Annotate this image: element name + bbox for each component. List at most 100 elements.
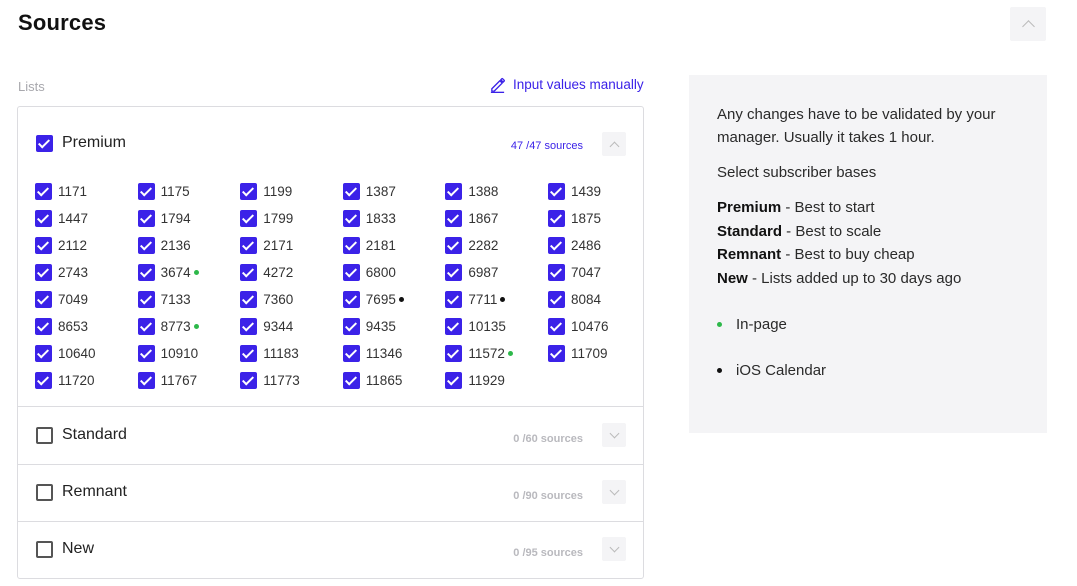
source-item[interactable]: 2171 <box>240 237 293 254</box>
source-checkbox[interactable] <box>35 291 52 308</box>
source-checkbox[interactable] <box>445 318 463 335</box>
input-values-manually-link[interactable]: Input values manually <box>489 76 644 93</box>
source-item[interactable]: 6800 <box>342 264 396 281</box>
source-checkbox[interactable] <box>35 210 52 227</box>
source-item[interactable]: 7711 <box>445 291 506 308</box>
source-item[interactable]: 11346 <box>342 345 402 362</box>
source-item[interactable]: 10640 <box>35 345 96 362</box>
source-item[interactable]: 3674 <box>137 264 199 281</box>
new-checkbox[interactable] <box>36 541 53 558</box>
source-checkbox[interactable] <box>342 318 360 335</box>
source-checkbox[interactable] <box>548 210 565 227</box>
source-checkbox[interactable] <box>35 183 52 200</box>
source-checkbox[interactable] <box>342 372 360 389</box>
source-checkbox[interactable] <box>137 264 155 281</box>
source-item[interactable]: 2112 <box>35 237 87 254</box>
source-item[interactable]: 1799 <box>240 210 293 227</box>
source-checkbox[interactable] <box>548 291 565 308</box>
premium-checkbox[interactable] <box>36 135 53 152</box>
source-item[interactable]: 11865 <box>342 372 402 389</box>
source-checkbox[interactable] <box>240 318 258 335</box>
source-checkbox[interactable] <box>35 264 52 281</box>
source-item[interactable]: 11183 <box>240 345 299 362</box>
source-item[interactable]: 1447 <box>35 210 88 227</box>
source-checkbox[interactable] <box>342 210 360 227</box>
source-item[interactable]: 2486 <box>548 237 601 254</box>
source-checkbox[interactable] <box>240 237 258 254</box>
source-item[interactable]: 1175 <box>137 183 190 200</box>
source-item[interactable]: 2181 <box>342 237 396 254</box>
source-checkbox[interactable] <box>445 237 463 254</box>
source-item[interactable]: 9344 <box>240 318 293 335</box>
remnant-expand-button[interactable] <box>602 480 626 504</box>
source-item[interactable]: 9435 <box>342 318 396 335</box>
source-item[interactable]: 11720 <box>35 372 95 389</box>
source-checkbox[interactable] <box>240 372 258 389</box>
source-item[interactable]: 1833 <box>342 210 396 227</box>
source-item[interactable]: 10135 <box>445 318 506 335</box>
source-checkbox[interactable] <box>35 345 52 362</box>
source-checkbox[interactable] <box>137 210 155 227</box>
source-checkbox[interactable] <box>35 318 52 335</box>
source-item[interactable]: 8653 <box>35 318 88 335</box>
source-checkbox[interactable] <box>137 372 155 389</box>
premium-collapse-button[interactable] <box>602 132 626 156</box>
source-checkbox[interactable] <box>445 291 463 308</box>
source-checkbox[interactable] <box>445 264 463 281</box>
source-item[interactable]: 11572 <box>445 345 513 362</box>
source-item[interactable]: 11773 <box>240 372 300 389</box>
source-checkbox[interactable] <box>342 183 360 200</box>
new-expand-button[interactable] <box>602 537 626 561</box>
source-item[interactable]: 11767 <box>137 372 197 389</box>
source-checkbox[interactable] <box>342 345 360 362</box>
source-checkbox[interactable] <box>445 183 463 200</box>
source-item[interactable]: 6987 <box>445 264 498 281</box>
source-checkbox[interactable] <box>445 210 463 227</box>
source-item[interactable]: 10910 <box>137 345 198 362</box>
collapse-sources-button[interactable] <box>1010 7 1046 41</box>
source-item[interactable]: 1439 <box>548 183 601 200</box>
source-item[interactable]: 11709 <box>548 345 608 362</box>
source-checkbox[interactable] <box>548 264 565 281</box>
source-checkbox[interactable] <box>342 237 360 254</box>
standard-expand-button[interactable] <box>602 423 626 447</box>
source-item[interactable]: 7049 <box>35 291 88 308</box>
source-checkbox[interactable] <box>137 318 155 335</box>
source-item[interactable]: 1171 <box>35 183 87 200</box>
source-item[interactable]: 1794 <box>137 210 191 227</box>
source-item[interactable]: 8084 <box>548 291 601 308</box>
source-item[interactable]: 7133 <box>137 291 191 308</box>
source-item[interactable]: 1387 <box>342 183 396 200</box>
source-checkbox[interactable] <box>137 345 155 362</box>
source-item[interactable]: 11929 <box>445 372 505 389</box>
source-item[interactable]: 8773 <box>137 318 199 335</box>
standard-checkbox[interactable] <box>36 427 53 444</box>
source-checkbox[interactable] <box>137 237 155 254</box>
source-checkbox[interactable] <box>445 345 463 362</box>
source-item[interactable]: 2136 <box>137 237 191 254</box>
source-item[interactable]: 2743 <box>35 264 88 281</box>
source-checkbox[interactable] <box>548 183 565 200</box>
source-checkbox[interactable] <box>35 237 52 254</box>
source-checkbox[interactable] <box>548 237 565 254</box>
source-item[interactable]: 10476 <box>548 318 609 335</box>
source-item[interactable]: 7047 <box>548 264 601 281</box>
source-checkbox[interactable] <box>137 183 155 200</box>
source-checkbox[interactable] <box>342 291 360 308</box>
source-item[interactable]: 7360 <box>240 291 293 308</box>
source-item[interactable]: 7695 <box>342 291 404 308</box>
source-checkbox[interactable] <box>240 183 258 200</box>
source-item[interactable]: 1199 <box>240 183 292 200</box>
source-item[interactable]: 1388 <box>445 183 498 200</box>
source-item[interactable]: 1867 <box>445 210 498 227</box>
source-checkbox[interactable] <box>445 372 463 389</box>
source-checkbox[interactable] <box>35 372 52 389</box>
source-checkbox[interactable] <box>240 210 258 227</box>
remnant-checkbox[interactable] <box>36 484 53 501</box>
source-checkbox[interactable] <box>240 291 258 308</box>
source-item[interactable]: 4272 <box>240 264 293 281</box>
source-checkbox[interactable] <box>240 264 258 281</box>
source-checkbox[interactable] <box>548 318 565 335</box>
source-checkbox[interactable] <box>137 291 155 308</box>
source-item[interactable]: 2282 <box>445 237 498 254</box>
